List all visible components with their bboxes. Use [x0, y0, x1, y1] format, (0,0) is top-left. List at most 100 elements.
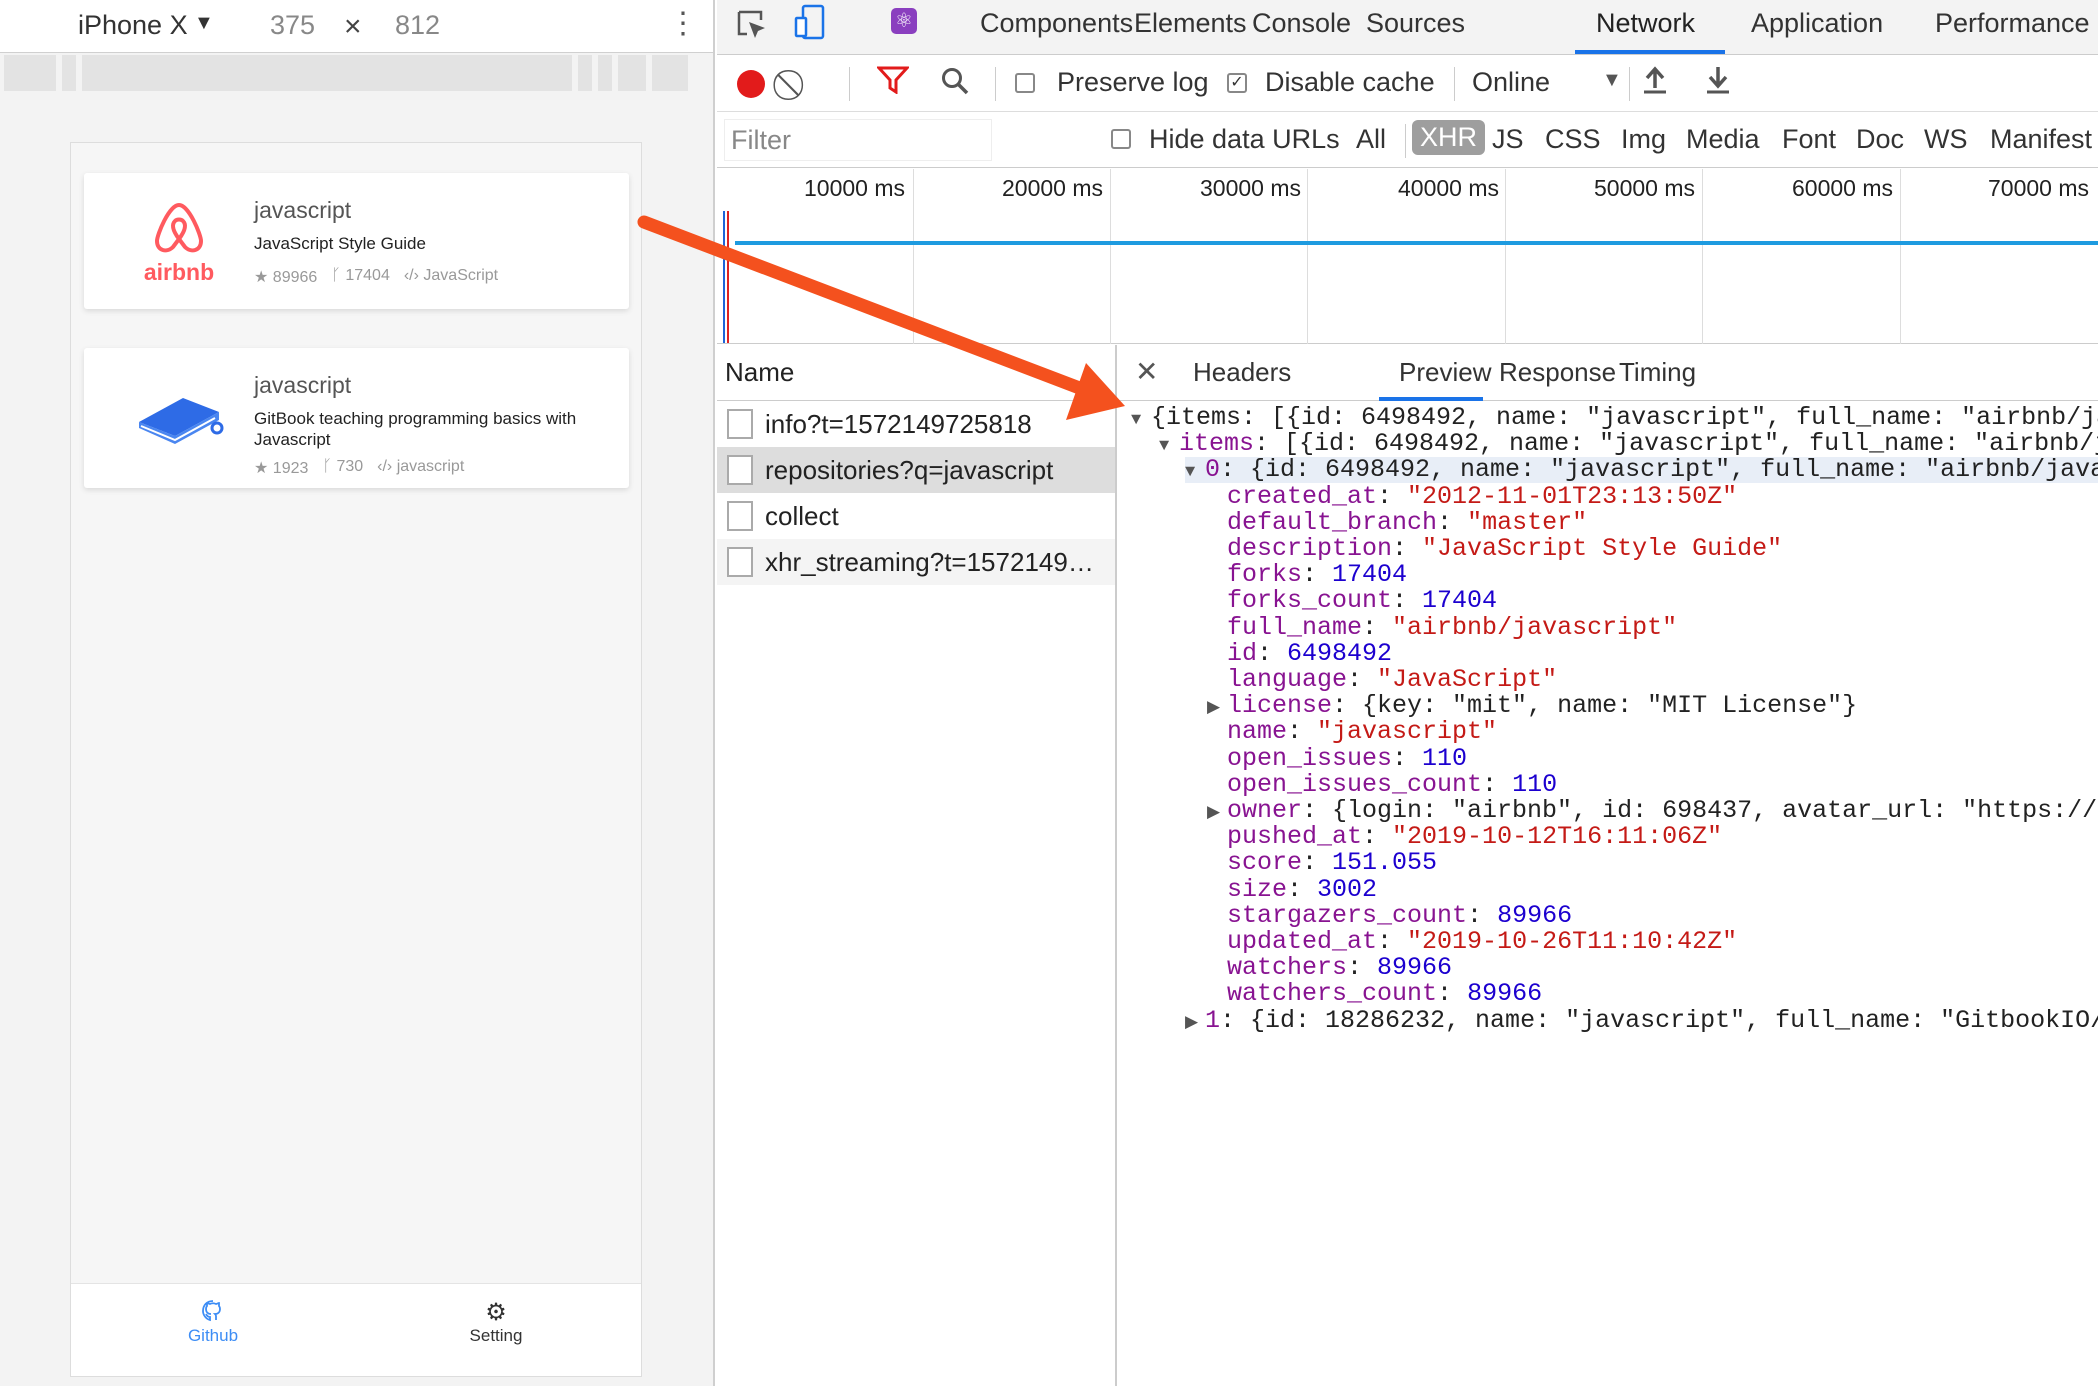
tab-response[interactable]: Response [1499, 357, 1616, 388]
json-tree-line[interactable]: ▼ items: [{id: 6498492, name: "javascript… [1159, 431, 2098, 457]
json-token: 17404 [1422, 586, 1498, 616]
json-tree-line: full_name: "airbnb/javascript" [1227, 614, 1677, 641]
device-height-field[interactable]: 812 [395, 10, 440, 41]
request-row[interactable]: repositories?q=javascript [717, 447, 1115, 493]
json-token: : [1257, 638, 1288, 668]
filter-type-font[interactable]: Font [1782, 124, 1836, 155]
preserve-log-checkbox[interactable] [1015, 73, 1035, 93]
airbnb-wordmark: airbnb [143, 259, 215, 285]
device-toggle-icon[interactable] [793, 4, 827, 42]
star-count: ★ 1923 [254, 460, 309, 477]
filter-icon[interactable] [875, 66, 911, 102]
network-overview[interactable]: 10000 ms 20000 ms 30000 ms 40000 ms 5000… [717, 169, 2098, 344]
json-token: score [1227, 848, 1303, 878]
json-tree-line: watchers_count: 89966 [1227, 981, 1542, 1007]
throttling-select[interactable]: Online [1472, 67, 1550, 98]
inspect-element-icon[interactable] [735, 8, 769, 42]
bottom-tab-bar: Github ⚙ Setting [71, 1283, 641, 1376]
collapsed-triangle-icon[interactable]: ▶ [1207, 696, 1227, 722]
json-tree-line[interactable]: ▼ {items: [{id: 6498492, name: "javascrip… [1131, 405, 2098, 431]
load-event-marker [727, 211, 729, 343]
repo-card[interactable]: airbnb javascript JavaScript Style Guide… [84, 173, 629, 309]
json-token: : {key: "mit", name: "MIT License"} [1332, 691, 1858, 721]
tab-sources[interactable]: Sources [1366, 8, 1465, 39]
filter-type-doc[interactable]: Doc [1856, 124, 1904, 155]
search-icon[interactable] [940, 66, 970, 104]
filter-bar: Hide data URLs All XHR JS CSS Img Media … [717, 113, 2098, 168]
expanded-triangle-icon[interactable]: ▼ [1159, 434, 1179, 460]
json-token: 110 [1512, 769, 1558, 799]
filter-type-css[interactable]: CSS [1545, 124, 1601, 155]
json-tree-line: forks: 17404 [1227, 562, 1407, 588]
json-tree-line: forks_count: 17404 [1227, 588, 1497, 614]
network-toolbar: ⃠ Preserve log ✓ Disable cache Online ▼ [717, 56, 2098, 112]
request-row[interactable]: collect [717, 493, 1115, 539]
tab-elements[interactable]: Elements [1134, 8, 1247, 39]
close-icon[interactable]: ✕ [1135, 355, 1158, 388]
device-width-field[interactable]: 375 [270, 10, 315, 41]
request-row[interactable]: info?t=1572149725818 [717, 401, 1115, 447]
caret-down-icon[interactable]: ▼ [1602, 69, 1622, 92]
filter-type-js[interactable]: JS [1492, 124, 1524, 155]
device-select[interactable]: iPhone X [78, 10, 188, 41]
filter-type-ws[interactable]: WS [1924, 124, 1968, 155]
record-button[interactable] [737, 70, 765, 98]
overview-tick: 60000 ms [1791, 175, 1893, 201]
json-token: id [1227, 638, 1258, 668]
tab-components[interactable]: Components [980, 8, 1133, 39]
json-tree-line: watchers: 89966 [1227, 955, 1452, 981]
json-tree-line[interactable]: ▶ owner: {login: "airbnb", id: 698437, av… [1207, 798, 2098, 824]
repo-card[interactable]: javascript GitBook teaching programming … [84, 348, 629, 488]
tab-setting[interactable]: ⚙ Setting [426, 1298, 566, 1346]
json-token: 6498492 [1287, 638, 1393, 668]
hide-data-urls-checkbox[interactable] [1111, 129, 1131, 149]
json-tree-line[interactable]: ▶ 1: {id: 18286232, name: "javascript", f… [1185, 1007, 2098, 1037]
json-token: "javascript" [1317, 717, 1498, 747]
star-icon: ★ [254, 269, 273, 286]
tab-setting-label: Setting [469, 1326, 523, 1345]
file-icon [727, 409, 753, 439]
caret-down-icon[interactable]: ▼ [194, 12, 214, 35]
filter-type-all[interactable]: All [1356, 124, 1386, 155]
json-token: : [1377, 927, 1408, 956]
filter-type-img[interactable]: Img [1621, 124, 1666, 155]
tab-github[interactable]: Github [143, 1298, 283, 1346]
active-tab-indicator [1575, 50, 1725, 54]
filter-type-xhr[interactable]: XHR [1412, 120, 1486, 155]
disable-cache-checkbox[interactable]: ✓ [1227, 73, 1247, 93]
repo-meta: ★ 1923 ᚴ 730 ‹/› javascript [254, 458, 464, 478]
tab-preview[interactable]: Preview [1399, 357, 1491, 388]
request-row[interactable]: xhr_streaming?t=1572149… [717, 539, 1115, 585]
tab-network[interactable]: Network [1596, 8, 1695, 39]
expanded-triangle-icon[interactable]: ▼ [1185, 460, 1205, 486]
collapsed-triangle-icon[interactable]: ▶ [1207, 801, 1227, 827]
more-vertical-icon[interactable]: ⋮ [668, 6, 698, 41]
filter-type-media[interactable]: Media [1686, 124, 1760, 155]
tab-headers[interactable]: Headers [1193, 357, 1291, 388]
phone-viewport: airbnb javascript JavaScript Style Guide… [70, 142, 642, 1377]
fork-icon: ᚴ [322, 458, 337, 475]
filter-type-manifest[interactable]: Manifest [1990, 124, 2092, 155]
json-token: : [1482, 769, 1513, 799]
export-har-icon[interactable] [1705, 64, 1731, 102]
json-tree-line[interactable]: ▶ license: {key: "mit", name: "MIT Licens… [1207, 693, 1857, 719]
json-token: stargazers_count [1227, 900, 1468, 930]
json-token: owner [1227, 796, 1303, 825]
hide-data-urls-label: Hide data URLs [1149, 124, 1340, 154]
devtools-panel: ⚛ Components Elements Console Sources Ne… [717, 0, 2098, 1386]
name-column-header[interactable]: Name [717, 345, 1115, 401]
json-token: open_issues [1227, 743, 1393, 773]
tab-timing[interactable]: Timing [1619, 357, 1696, 388]
json-tree-line[interactable]: ▼ 0: {id: 6498492, name: "javascript", fu… [1185, 457, 2098, 486]
media-query-bar[interactable] [0, 55, 713, 93]
json-token: default_branch [1227, 507, 1438, 537]
tab-performance[interactable]: Performance [1935, 8, 2090, 39]
tab-application[interactable]: Application [1751, 8, 1883, 39]
import-har-icon[interactable] [1642, 64, 1668, 102]
json-token: name [1227, 717, 1288, 747]
collapsed-triangle-icon[interactable]: ▶ [1185, 1011, 1205, 1037]
tab-console[interactable]: Console [1252, 8, 1351, 39]
filter-input[interactable] [724, 119, 992, 161]
json-token: : [1302, 848, 1333, 878]
expanded-triangle-icon[interactable]: ▼ [1131, 408, 1151, 434]
